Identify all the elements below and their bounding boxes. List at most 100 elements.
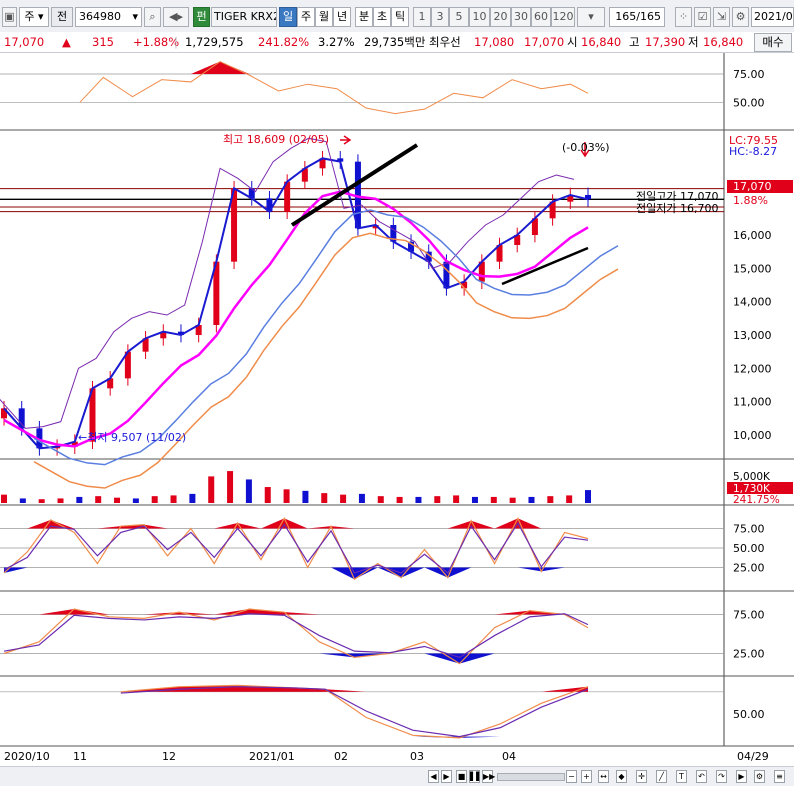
tool-icon[interactable]: ◆ [616,770,627,783]
quote-turnover: 3.27% [318,35,355,49]
buy-button[interactable]: 매수 [754,33,792,52]
custom-interval-select[interactable]: ▾ [577,7,605,27]
undo-icon[interactable]: ↶ [696,770,707,783]
fast-forward-icon[interactable]: ▶▶ [482,770,495,783]
layout-icon[interactable]: ▣ [2,7,17,27]
y-tick-label: 11,000 [733,396,772,409]
volume-bar [547,496,554,503]
y-tick-label: 50.00 [733,96,765,109]
pause-icon[interactable]: ▌▌ [469,770,482,783]
volume-bar [396,496,403,503]
tab-yearly[interactable]: 년 [333,7,351,27]
tab-tick[interactable]: 틱 [391,7,409,27]
export-icon[interactable]: ⇲ [713,7,730,27]
interval-10[interactable]: 10 [469,7,490,27]
volume-bar [76,496,83,503]
bottom-bar: ◀ ▶ ■ ▌▌ ▶▶ − + ↔ ◆ ✛ ╱ T ↶ ↷ ▶ ⚙ ≡ [0,766,794,786]
x-label-right: 04/29 [737,750,769,763]
settings-icon[interactable]: ⚙ [732,7,749,27]
play-icon[interactable]: ▶ [441,770,452,783]
sound-icon[interactable]: ◀▸ [163,7,189,27]
y-tick-label: 13,000 [733,329,772,342]
crosshair-icon[interactable]: ✛ [636,770,647,783]
market-select-label: 주 [24,10,35,23]
y-tick-label: 16,000 [733,229,772,242]
settings-icon[interactable]: ⚙ [754,770,765,783]
code-prefix-button[interactable]: 전 [51,7,73,27]
volume-bar [302,490,309,503]
save-icon[interactable]: ☑ [694,7,711,27]
interval-60[interactable]: 60 [531,7,551,27]
volume-bar [95,496,102,503]
volume-bar [585,490,591,503]
volume-ratio-label: 241.75% [733,494,780,506]
x-label-04: 04 [502,750,516,763]
quote-volume-ratio: 241.82% [258,35,310,49]
volume-bar [490,496,497,503]
volume-bar [170,495,177,503]
high-annotation: 최고 18,609 (02/05) [223,133,329,146]
y-tick-label: 10,000 [733,429,772,442]
quote-volume: 1,729,575 [185,35,244,49]
scroll-right-icon[interactable]: ▶ [736,770,747,783]
quote-amount: 29,735백만 [364,35,426,49]
scroll-left-icon[interactable]: ◀ [428,770,439,783]
stop-icon[interactable]: ■ [456,770,467,783]
interval-1[interactable]: 1 [413,7,431,27]
volume-bar [1,494,7,503]
line-tool-icon[interactable]: ╱ [656,770,667,783]
code-input-value: 364980 [79,10,121,23]
volume-bar [434,496,441,503]
hc-label: HC:-8.27 [729,145,777,158]
y-tick-label: 75.00 [733,68,765,81]
up-arrow-icon: ▲ [62,35,71,49]
prev-high-label: 전일고가 17,070 [636,189,718,203]
tab-minute[interactable]: 분 [355,7,373,27]
fit-icon[interactable]: ↔ [598,770,609,783]
volume-bar [471,496,478,503]
tab-weekly[interactable]: 주 [297,7,315,27]
tab-monthly[interactable]: 월 [315,7,333,27]
zoom-in-icon[interactable]: + [581,770,592,783]
date-field[interactable]: 2021/04 [751,7,794,27]
interval-3[interactable]: 3 [431,7,449,27]
tab-second[interactable]: 초 [373,7,391,27]
volume-bar [377,496,384,503]
open-value: 16,840 [581,35,622,49]
y-tick-label: 15,000 [733,262,772,275]
interval-20[interactable]: 20 [490,7,511,27]
stock-name: TIGER KRX2 [211,7,277,27]
market-select[interactable]: 주 ▾ [19,7,49,27]
volume-bar [245,479,252,503]
x-label-2021-01: 2021/01 [249,750,295,763]
best-ask-label: 최우선 [429,35,461,49]
volume-bar [321,493,328,503]
grid-icon[interactable]: ⁘ [675,7,692,27]
last-price-label: 17,070 [733,180,772,193]
count-field[interactable]: 165/165 [609,7,665,27]
volume-bar [151,496,158,503]
volume-tick-label: 5,000K [733,471,771,483]
interval-30[interactable]: 30 [511,7,531,27]
interval-120[interactable]: 120 [551,7,575,27]
x-label-12: 12 [162,750,176,763]
code-input[interactable]: 364980 ▾ [75,7,142,27]
volume-bar [189,493,196,503]
search-icon[interactable]: ⌕ [144,7,161,27]
zoom-slider[interactable] [497,773,565,781]
low-annotation: ←최저 9,507 (11/02) [78,431,186,444]
best-bid: 17,070 [524,35,565,49]
zoom-out-icon[interactable]: − [566,770,577,783]
volume-bar [208,476,215,503]
volume-bar [509,497,516,503]
volume-bar [453,495,460,503]
x-label-11: 11 [73,750,87,763]
menu-icon[interactable]: ≡ [774,770,785,783]
tab-daily[interactable]: 일 [279,7,297,27]
text-tool-icon[interactable]: T [676,770,687,783]
y-tick-label: 14,000 [733,296,772,309]
open-label: 시 [567,35,578,49]
redo-icon[interactable]: ↷ [716,770,727,783]
divider: | [174,35,178,49]
interval-5[interactable]: 5 [449,7,469,27]
